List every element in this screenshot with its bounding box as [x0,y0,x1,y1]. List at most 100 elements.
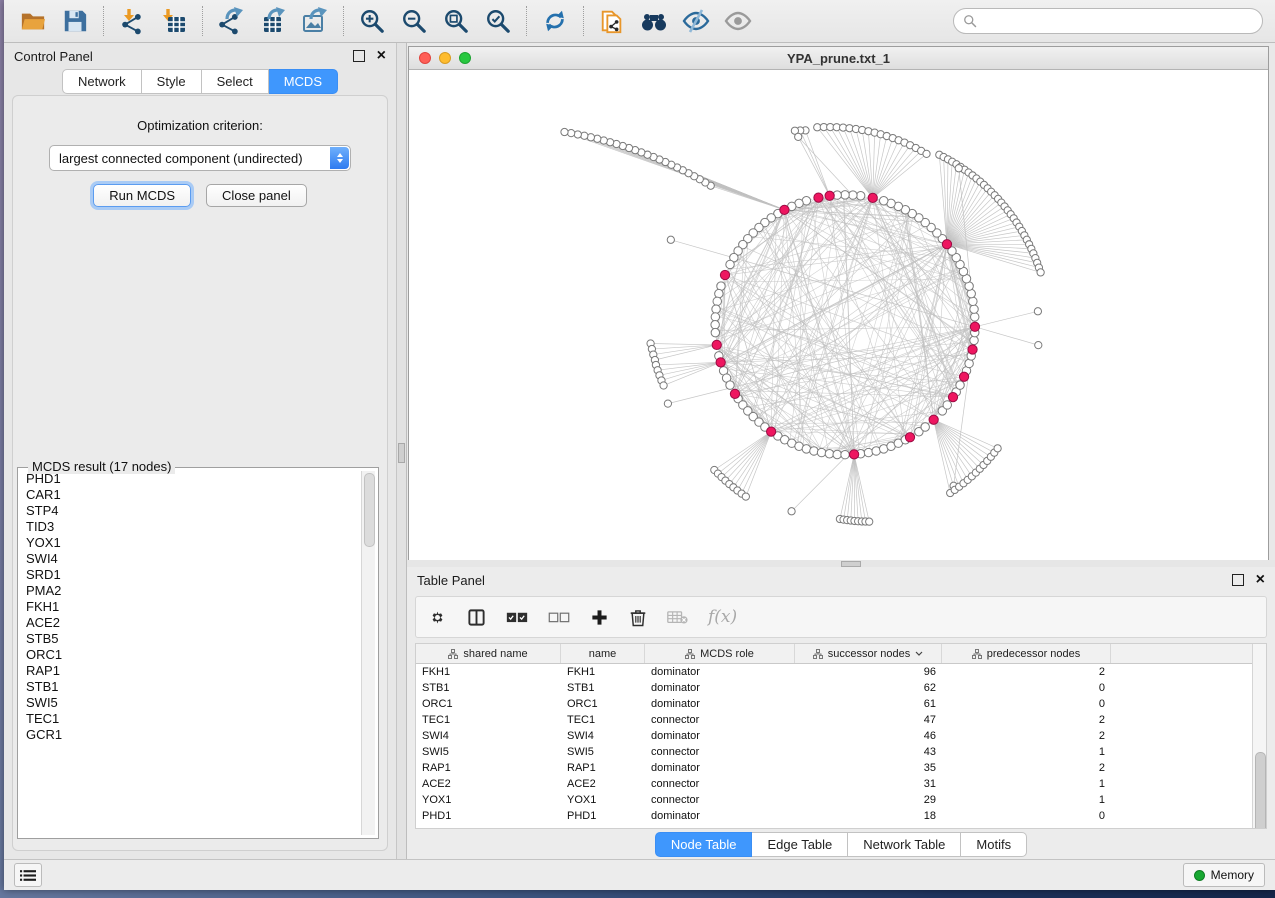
mcds-node[interactable] [959,372,968,381]
mcds-result-item[interactable]: SWI5 [21,695,361,711]
tab-network-table[interactable]: Network Table [848,832,961,857]
clear-selection-checkboxes-icon[interactable] [548,610,570,624]
table-cell[interactable]: dominator [645,810,795,822]
table-cell[interactable]: FKH1 [561,666,645,678]
close-panel-button[interactable]: Close panel [206,184,307,207]
network-node[interactable] [956,381,964,389]
trash-icon[interactable] [629,608,647,627]
satellite-node[interactable] [788,508,795,515]
mcds-result-item[interactable]: STB5 [21,631,361,647]
mcds-node[interactable] [780,205,789,214]
satellite-node[interactable] [994,445,1001,452]
mcds-node[interactable] [720,270,729,279]
tab-style[interactable]: Style [142,69,202,94]
table-row[interactable]: ACE2ACE2connector311 [416,776,1266,792]
satellite-node[interactable] [1035,341,1042,348]
import-table-icon[interactable] [159,6,189,36]
network-canvas[interactable] [409,70,1268,560]
mcds-result-item[interactable]: GCR1 [21,727,361,743]
scrollbar-thumb[interactable] [364,473,375,547]
mcds-result-item[interactable]: FKH1 [21,599,361,615]
network-node[interactable] [841,191,849,199]
import-network-icon[interactable] [117,6,147,36]
table-cell[interactable]: RAP1 [416,762,561,774]
splitter-grip[interactable] [841,561,861,567]
memory-button[interactable]: Memory [1183,863,1265,887]
table-cell[interactable]: 43 [795,746,942,758]
table-cell[interactable]: TEC1 [561,714,645,726]
mcds-result-item[interactable]: PHD1 [21,471,361,487]
network-node[interactable] [969,297,977,305]
mcds-result-item[interactable]: STB1 [21,679,361,695]
close-icon[interactable]: × [1256,575,1265,585]
tab-motifs[interactable]: Motifs [961,832,1027,857]
mcds-result-item[interactable]: YOX1 [21,535,361,551]
mcds-result-list[interactable]: PHD1CAR1STP4TID3YOX1SWI4SRD1PMA2FKH1ACE2… [21,471,361,835]
column-header-predecessor-nodes[interactable]: predecessor nodes [942,644,1111,663]
network-node[interactable] [841,450,849,458]
open-file-icon[interactable] [18,6,48,36]
network-node[interactable] [971,313,979,321]
mcds-result-item[interactable]: TID3 [21,519,361,535]
table-cell[interactable]: 46 [795,730,942,742]
satellite-node[interactable] [1034,308,1041,315]
satellite-node[interactable] [923,150,930,157]
tab-mcds[interactable]: MCDS [269,69,338,94]
table-cell[interactable]: STB1 [416,682,561,694]
mcds-node[interactable] [849,450,858,459]
table-cell[interactable]: connector [645,794,795,806]
table-cell[interactable]: dominator [645,698,795,710]
satellite-node[interactable] [795,133,802,140]
column-header-shared-name[interactable]: shared name [416,644,561,663]
satellite-node[interactable] [587,134,594,141]
satellite-node[interactable] [667,236,674,243]
table-row[interactable]: STB1STB1dominator620 [416,680,1266,696]
table-cell[interactable]: connector [645,714,795,726]
table-scrollbar[interactable] [1252,644,1266,828]
float-window-icon[interactable] [353,50,365,62]
close-window-icon[interactable] [419,52,431,64]
table-cell[interactable]: 62 [795,682,942,694]
network-node[interactable] [711,328,719,336]
table-cell[interactable]: 2 [942,730,1111,742]
network-node[interactable] [713,297,721,305]
table-cell[interactable]: SWI5 [561,746,645,758]
tab-node-table[interactable]: Node Table [655,832,753,857]
minimize-window-icon[interactable] [439,52,451,64]
tab-select[interactable]: Select [202,69,269,94]
satellite-node[interactable] [660,382,667,389]
table-cell[interactable]: TEC1 [416,714,561,726]
satellite-node[interactable] [742,493,749,500]
mcds-result-item[interactable]: RAP1 [21,663,361,679]
float-window-icon[interactable] [1232,574,1244,586]
mcds-node[interactable] [730,389,739,398]
table-cell[interactable]: ACE2 [561,778,645,790]
satellite-node[interactable] [664,400,671,407]
gear-icon[interactable] [428,608,447,627]
column-header-successor-nodes[interactable]: successor nodes [795,644,942,663]
table-cell[interactable]: 1 [942,794,1111,806]
table-row[interactable]: YOX1YOX1connector291 [416,792,1266,808]
table-cell[interactable]: PHD1 [561,810,645,822]
tab-edge-table[interactable]: Edge Table [752,832,848,857]
network-node[interactable] [726,381,734,389]
table-cell[interactable]: 29 [795,794,942,806]
network-node[interactable] [943,401,951,409]
mcds-node[interactable] [766,427,775,436]
binoculars-icon[interactable] [639,6,669,36]
table-cell[interactable]: SWI5 [416,746,561,758]
table-cell[interactable]: 1 [942,746,1111,758]
table-cell[interactable]: 61 [795,698,942,710]
table-cell[interactable]: 35 [795,762,942,774]
table-row[interactable]: SWI4SWI4dominator462 [416,728,1266,744]
satellite-node[interactable] [955,165,962,172]
mcds-result-item[interactable]: SWI4 [21,551,361,567]
eye-icon[interactable] [723,6,753,36]
table-cell[interactable]: ORC1 [561,698,645,710]
table-cell[interactable]: 18 [795,810,942,822]
zoom-fit-icon[interactable] [441,6,471,36]
mcds-result-item[interactable]: CAR1 [21,487,361,503]
network-node[interactable] [833,450,841,458]
refresh-layout-icon[interactable] [540,6,570,36]
mcds-result-item[interactable]: TEC1 [21,711,361,727]
